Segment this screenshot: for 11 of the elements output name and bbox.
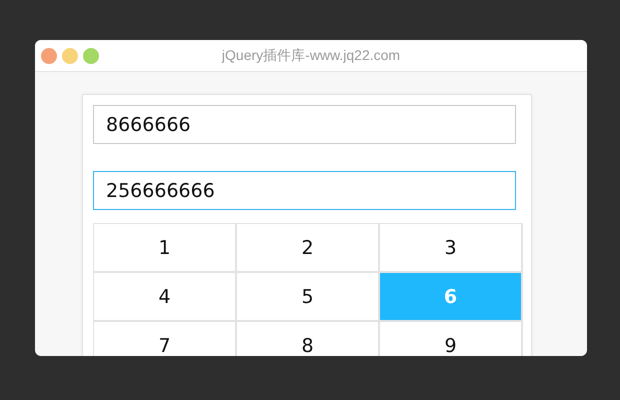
maximize-icon[interactable]	[83, 48, 99, 64]
key-button[interactable]: 4	[94, 273, 237, 322]
minimize-icon[interactable]	[62, 48, 78, 64]
key-button[interactable]: 1	[94, 224, 237, 273]
key-button[interactable]: 2	[237, 224, 380, 273]
key-button[interactable]: 5	[237, 273, 380, 322]
input-field[interactable]: 256666666	[93, 171, 516, 210]
close-icon[interactable]	[41, 48, 57, 64]
input-field[interactable]: 8666666	[93, 105, 516, 144]
window-title: jQuery插件库-www.jq22.com	[222, 46, 400, 62]
key-button[interactable]: 3	[380, 224, 523, 273]
